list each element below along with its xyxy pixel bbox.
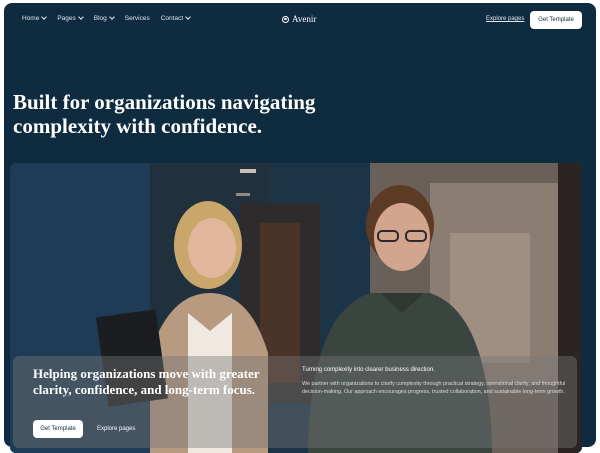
chevron-down-icon	[77, 14, 84, 20]
overlay-right-column: Turning complexity into clearer business…	[302, 366, 567, 396]
hero-title: Built for organizations navigating compl…	[13, 90, 316, 138]
nav-menu: Home Pages Blog Services Contact	[22, 14, 191, 22]
logo-icon	[282, 15, 289, 23]
nav-item-label: Contact	[160, 15, 184, 22]
overlay-actions: Get Template Explore pages	[33, 420, 135, 438]
nav-item-services[interactable]: Services	[125, 15, 150, 22]
nav-item-home[interactable]: Home	[22, 14, 48, 22]
chevron-down-icon	[108, 14, 115, 20]
chevron-down-icon	[185, 14, 191, 20]
overlay-body-text: We partner with organizations to clarify…	[302, 381, 566, 395]
explore-pages-link[interactable]: Explore pages	[486, 16, 524, 22]
nav-item-label: Home	[22, 15, 40, 22]
overlay-explore-pages-link[interactable]: Explore pages	[97, 426, 135, 432]
nav-item-contact[interactable]: Contact	[160, 14, 191, 22]
overlay-left-column: Helping organizations move with greater …	[33, 366, 273, 398]
brand-logo[interactable]: Avenir	[282, 14, 316, 24]
nav-item-label: Pages	[57, 15, 76, 22]
get-template-button[interactable]: Get Template	[530, 11, 582, 29]
overlay-heading: Helping organizations move with greater …	[33, 366, 260, 397]
chevron-down-icon	[41, 14, 48, 20]
overlay-get-template-button[interactable]: Get Template	[33, 420, 83, 438]
nav-item-pages[interactable]: Pages	[57, 14, 84, 22]
hero-overlay-card: Helping organizations move with greater …	[13, 356, 577, 448]
screenshot-frame: Home Pages Blog Services Contact Avenir …	[0, 0, 600, 453]
overlay-subheading: Turning complexity into clearer business…	[302, 367, 435, 373]
nav-item-label: Services	[124, 15, 150, 22]
nav-item-blog[interactable]: Blog	[93, 14, 115, 22]
top-navigation: Home Pages Blog Services Contact Avenir …	[4, 3, 596, 37]
brand-name: Avenir	[292, 14, 317, 24]
nav-item-label: Blog	[93, 15, 107, 22]
